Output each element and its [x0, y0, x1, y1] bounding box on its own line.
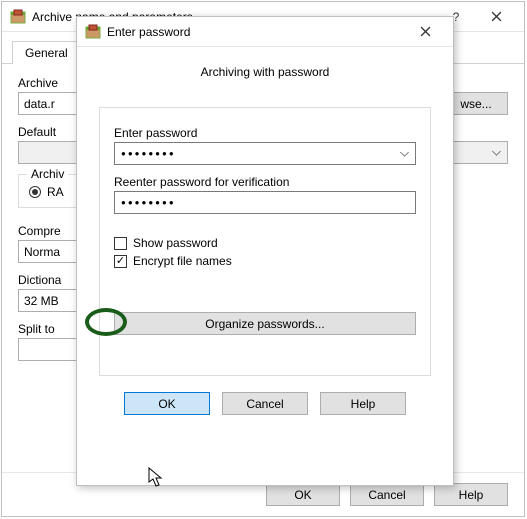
password-group: Enter password ●●●●●●●● Reenter password… — [99, 107, 431, 376]
password-input[interactable]: ●●●●●●●● — [114, 142, 416, 165]
parent-help-button[interactable]: Help — [434, 483, 508, 506]
winrar-icon — [10, 9, 26, 25]
archive-name-value: data.r — [24, 97, 55, 111]
parent-cancel-button[interactable]: Cancel — [350, 483, 424, 506]
archive-format-title: Archiv — [27, 167, 68, 181]
dialog-close-button[interactable] — [405, 18, 445, 46]
dialog-button-row: OK Cancel Help — [77, 376, 453, 431]
close-button[interactable] — [476, 3, 516, 31]
dialog-cancel-button[interactable]: Cancel — [222, 392, 308, 415]
dictionary-value: 32 MB — [24, 294, 59, 308]
parent-ok-button[interactable]: OK — [266, 483, 340, 506]
close-icon — [420, 26, 431, 37]
dialog-titlebar: Enter password — [77, 17, 453, 47]
compression-value: Norma — [24, 245, 60, 259]
password-dialog: Enter password Archiving with password E… — [76, 16, 454, 486]
reenter-password-label: Reenter password for verification — [114, 175, 416, 189]
encrypt-filenames-label: Encrypt file names — [133, 254, 232, 268]
enter-password-label: Enter password — [114, 126, 416, 140]
dialog-ok-button[interactable]: OK — [124, 392, 210, 415]
rar-label: RA — [47, 185, 64, 199]
show-password-checkbox[interactable]: Show password — [114, 236, 416, 250]
organize-passwords-button[interactable]: Organize passwords... — [114, 312, 416, 335]
winrar-icon — [85, 24, 101, 40]
checkbox-icon — [114, 237, 127, 250]
radio-dot-icon — [29, 186, 41, 198]
dialog-help-button[interactable]: Help — [320, 392, 406, 415]
dialog-title: Enter password — [107, 25, 405, 39]
checkbox-checked-icon: ✓ — [114, 255, 127, 268]
password-verify-input[interactable]: ●●●●●●●● — [114, 191, 416, 214]
encrypt-filenames-checkbox[interactable]: ✓ Encrypt file names — [114, 254, 416, 268]
dialog-heading: Archiving with password — [99, 65, 431, 79]
tab-general[interactable]: General — [12, 41, 81, 64]
close-icon — [491, 11, 502, 22]
show-password-label: Show password — [133, 236, 218, 250]
